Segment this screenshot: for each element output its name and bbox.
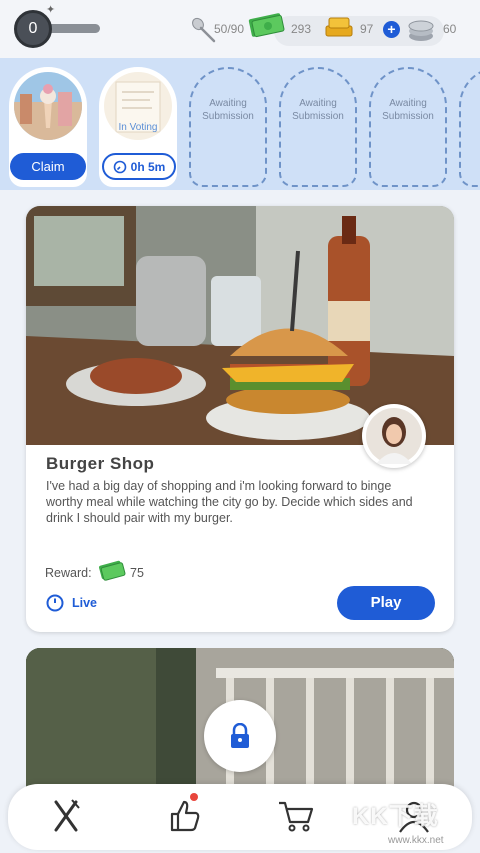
in-voting-status: In Voting — [118, 122, 158, 133]
watermark-url: www.kkx.net — [388, 835, 444, 846]
reward-value: 75 — [130, 566, 144, 580]
challenge-description: I've had a big day of shopping and i'm l… — [46, 479, 413, 525]
clock-icon — [46, 594, 64, 612]
submission-slot-empty[interactable]: Awaiting Submission — [189, 67, 267, 187]
avatar — [362, 404, 426, 468]
add-currency-button[interactable]: + — [383, 21, 400, 38]
gold-count: 97 — [360, 22, 374, 36]
timer-text: 0h 5m — [130, 159, 166, 174]
lock-button[interactable] — [204, 700, 276, 772]
coins-count: 60 — [443, 22, 457, 36]
submission-slot-empty-partial[interactable] — [459, 67, 480, 187]
live-text: Live — [72, 596, 98, 610]
fork-knife-icon[interactable] — [46, 796, 86, 836]
top-bar: 0 ✦ 50/90 293 97 + 60 — [0, 0, 480, 58]
cash-icon — [248, 13, 285, 38]
clock-icon — [113, 160, 126, 173]
lock-icon — [231, 723, 249, 748]
watermark: KK下载 — [352, 803, 439, 830]
awaiting-submission-text: Awaiting Submission — [382, 98, 434, 122]
voting-timer[interactable]: 0h 5m — [102, 153, 176, 180]
challenge-title: Burger Shop — [46, 454, 155, 473]
awaiting-submission-text: Awaiting Submission — [202, 98, 254, 122]
level-progress-bar — [44, 24, 100, 33]
claim-button[interactable]: Claim — [10, 153, 86, 180]
submission-thumbnail — [14, 72, 82, 140]
live-status: Live — [46, 594, 97, 612]
cash-count: 293 — [291, 22, 312, 36]
cart-icon[interactable] — [276, 796, 316, 836]
submission-slot-empty[interactable]: Awaiting Submission — [369, 67, 447, 187]
submissions-strip[interactable]: Claim In Voting 0h 5m Awaiting Submission… — [0, 58, 480, 190]
level-value: 0 — [28, 20, 38, 37]
spoon-count: 50/90 — [214, 22, 245, 36]
sparkle-icon: ✦ — [46, 4, 56, 16]
challenge-card[interactable]: Burger Shop I've had a big day of shoppi… — [26, 206, 454, 632]
notification-dot — [190, 793, 198, 801]
coins-icon — [408, 20, 434, 41]
awaiting-submission-text: Awaiting Submission — [292, 98, 344, 122]
gold-bars-icon — [325, 17, 353, 37]
reward-label: Reward: — [45, 566, 92, 580]
play-button[interactable]: Play — [337, 586, 435, 620]
cash-icon — [99, 560, 126, 581]
submission-slot-empty[interactable]: Awaiting Submission — [279, 67, 357, 187]
thumbs-up-icon[interactable] — [164, 796, 204, 836]
